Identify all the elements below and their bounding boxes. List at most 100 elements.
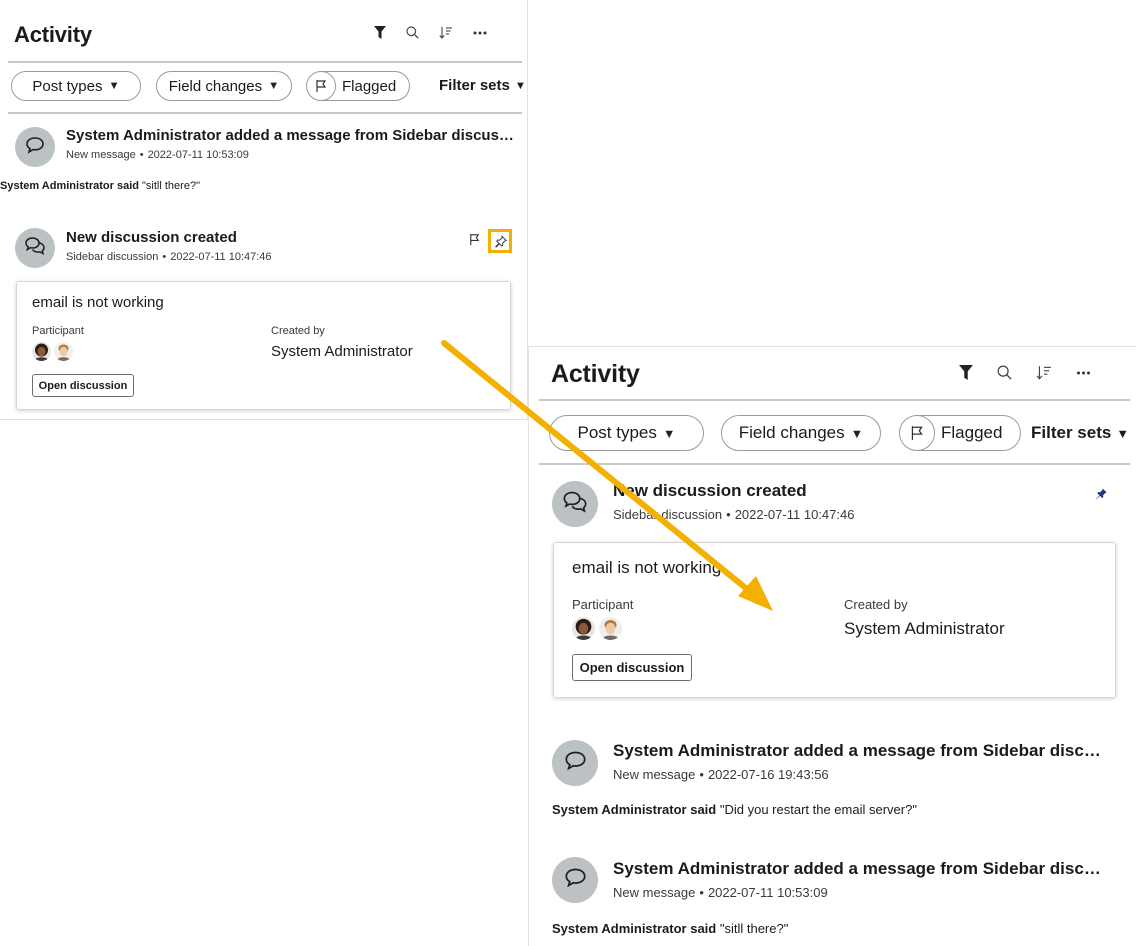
message-timestamp: 2022-07-11 10:53:09 (147, 149, 249, 161)
discussion-icon (24, 236, 46, 261)
field-changes-dropdown[interactable]: Field changes ▼ (156, 71, 292, 101)
field-changes-dropdown[interactable]: Field changes ▼ (721, 415, 881, 451)
created-by-value: System Administrator (271, 343, 413, 360)
post-types-dropdown[interactable]: Post types ▼ (549, 415, 704, 451)
message-kind: New message (66, 149, 136, 161)
participant-avatars (572, 617, 622, 640)
chat-bubble-icon (25, 136, 45, 159)
discussion-card-title: email is not working (572, 558, 722, 577)
discussion-avatar (552, 481, 598, 527)
open-discussion-button[interactable]: Open discussion (572, 654, 692, 681)
message-quote: "Did you restart the email server?" (719, 802, 917, 817)
discussion-kind: Sidebar discussion (66, 251, 159, 263)
flagged-toggle[interactable]: Flagged (899, 415, 1021, 451)
message-body: System Administrator said "sitll there?" (0, 180, 200, 192)
discussion-card: email is not working Participant Created… (553, 542, 1116, 698)
discussion-entry-title: New discussion created (613, 481, 807, 500)
field-changes-label: Field changes (168, 77, 263, 95)
pin-button-highlight[interactable] (488, 229, 512, 253)
flag-icon (899, 415, 935, 451)
panel-title: Activity (551, 359, 640, 388)
message-body: System Administrator said "sitll there?" (552, 921, 788, 936)
post-types-label: Post types (577, 423, 657, 442)
message-entry-meta: New message • 2022-07-16 19:43:56 (613, 767, 829, 782)
search-icon[interactable] (997, 365, 1012, 380)
discussion-timestamp: 2022-07-11 10:47:46 (734, 507, 855, 522)
message-entry-title: System Administrator added a message fro… (613, 741, 1109, 760)
message-author: System Administrator said (552, 921, 717, 936)
filter-sets-dropdown[interactable]: Filter sets ▼ (439, 77, 526, 94)
message-entry-title: System Administrator added a message fro… (66, 127, 516, 144)
filter-sets-label: Filter sets (1031, 423, 1112, 442)
discussion-card-title: email is not working (32, 294, 164, 311)
filter-sets-label: Filter sets (439, 77, 510, 94)
pin-icon (495, 235, 508, 253)
discussion-entry-title: New discussion created (66, 229, 237, 246)
message-kind: New message (613, 767, 696, 782)
sort-icon[interactable] (439, 26, 453, 39)
pin-icon[interactable] (1095, 487, 1108, 500)
discussion-entry-meta: Sidebar discussion • 2022-07-11 10:47:46 (613, 507, 855, 522)
message-quote: "sitll there?" (142, 180, 200, 192)
message-avatar (552, 740, 598, 786)
activity-header: Activity (551, 357, 1131, 391)
activity-panel-before: Activity Post types ▼ Field changes ▼ Flag… (0, 0, 528, 420)
discussion-kind: Sidebar discussion (613, 507, 723, 522)
flagged-label: Flagged (342, 77, 397, 95)
message-entry-meta: New message • 2022-07-11 10:53:09 (66, 149, 249, 161)
filter-sets-dropdown[interactable]: Filter sets ▼ (1031, 423, 1129, 443)
chat-bubble-icon (564, 750, 587, 776)
participant-avatar[interactable] (599, 617, 622, 640)
flagged-label: Flagged (941, 423, 1003, 442)
message-avatar (15, 127, 55, 167)
discussion-avatar (15, 228, 55, 268)
header-divider (539, 399, 1130, 401)
participant-label: Participant (572, 597, 634, 612)
message-author: System Administrator said (0, 180, 139, 192)
discussion-entry-meta: Sidebar discussion • 2022-07-11 10:47:46 (66, 251, 272, 263)
chevron-down-icon: ▼ (268, 80, 280, 92)
post-types-dropdown[interactable]: Post types ▼ (11, 71, 141, 101)
sort-icon[interactable] (1036, 365, 1052, 380)
discussion-timestamp: 2022-07-11 10:47:46 (170, 251, 272, 263)
participant-avatar[interactable] (572, 617, 595, 640)
search-icon[interactable] (406, 26, 419, 39)
filter-icon[interactable] (959, 365, 973, 380)
chevron-down-icon: ▼ (108, 80, 120, 92)
message-body: System Administrator said "Did you resta… (552, 802, 917, 817)
discussion-card: email is not working Participant Created… (16, 281, 511, 410)
message-kind: New message (613, 885, 696, 900)
activity-header: Activity (14, 20, 514, 50)
message-avatar (552, 857, 598, 903)
message-timestamp: 2022-07-16 19:43:56 (707, 767, 829, 782)
filters-divider (8, 112, 522, 114)
panel-title: Activity (14, 22, 92, 47)
post-types-label: Post types (32, 77, 103, 95)
flag-icon[interactable] (468, 233, 481, 246)
participant-avatar[interactable] (54, 342, 73, 361)
header-toolbar (374, 26, 487, 39)
flag-icon (306, 71, 336, 101)
message-quote: "sitll there?" (719, 921, 789, 936)
created-by-label: Created by (844, 597, 908, 612)
chevron-down-icon: ▼ (1116, 425, 1129, 441)
created-by-value: System Administrator (844, 619, 1005, 638)
filters-divider (539, 463, 1130, 465)
header-toolbar (959, 365, 1091, 380)
participant-avatar[interactable] (32, 342, 51, 361)
field-changes-label: Field changes (738, 423, 845, 442)
header-divider (8, 61, 522, 63)
chevron-down-icon: ▼ (850, 425, 864, 441)
flagged-toggle[interactable]: Flagged (306, 71, 410, 101)
message-entry-meta: New message • 2022-07-11 10:53:09 (613, 885, 828, 900)
filter-icon[interactable] (374, 26, 386, 39)
open-discussion-button[interactable]: Open discussion (32, 374, 134, 397)
activity-panel-after: Activity Post types ▼ Field changes ▼ Flag… (528, 346, 1136, 946)
message-entry-title: System Administrator added a message fro… (613, 859, 1109, 878)
more-icon[interactable] (473, 31, 487, 35)
participant-label: Participant (32, 325, 84, 337)
more-icon[interactable] (1076, 371, 1091, 375)
chevron-down-icon: ▼ (662, 425, 676, 441)
message-timestamp: 2022-07-11 10:53:09 (707, 885, 828, 900)
chevron-down-icon: ▼ (514, 79, 527, 92)
